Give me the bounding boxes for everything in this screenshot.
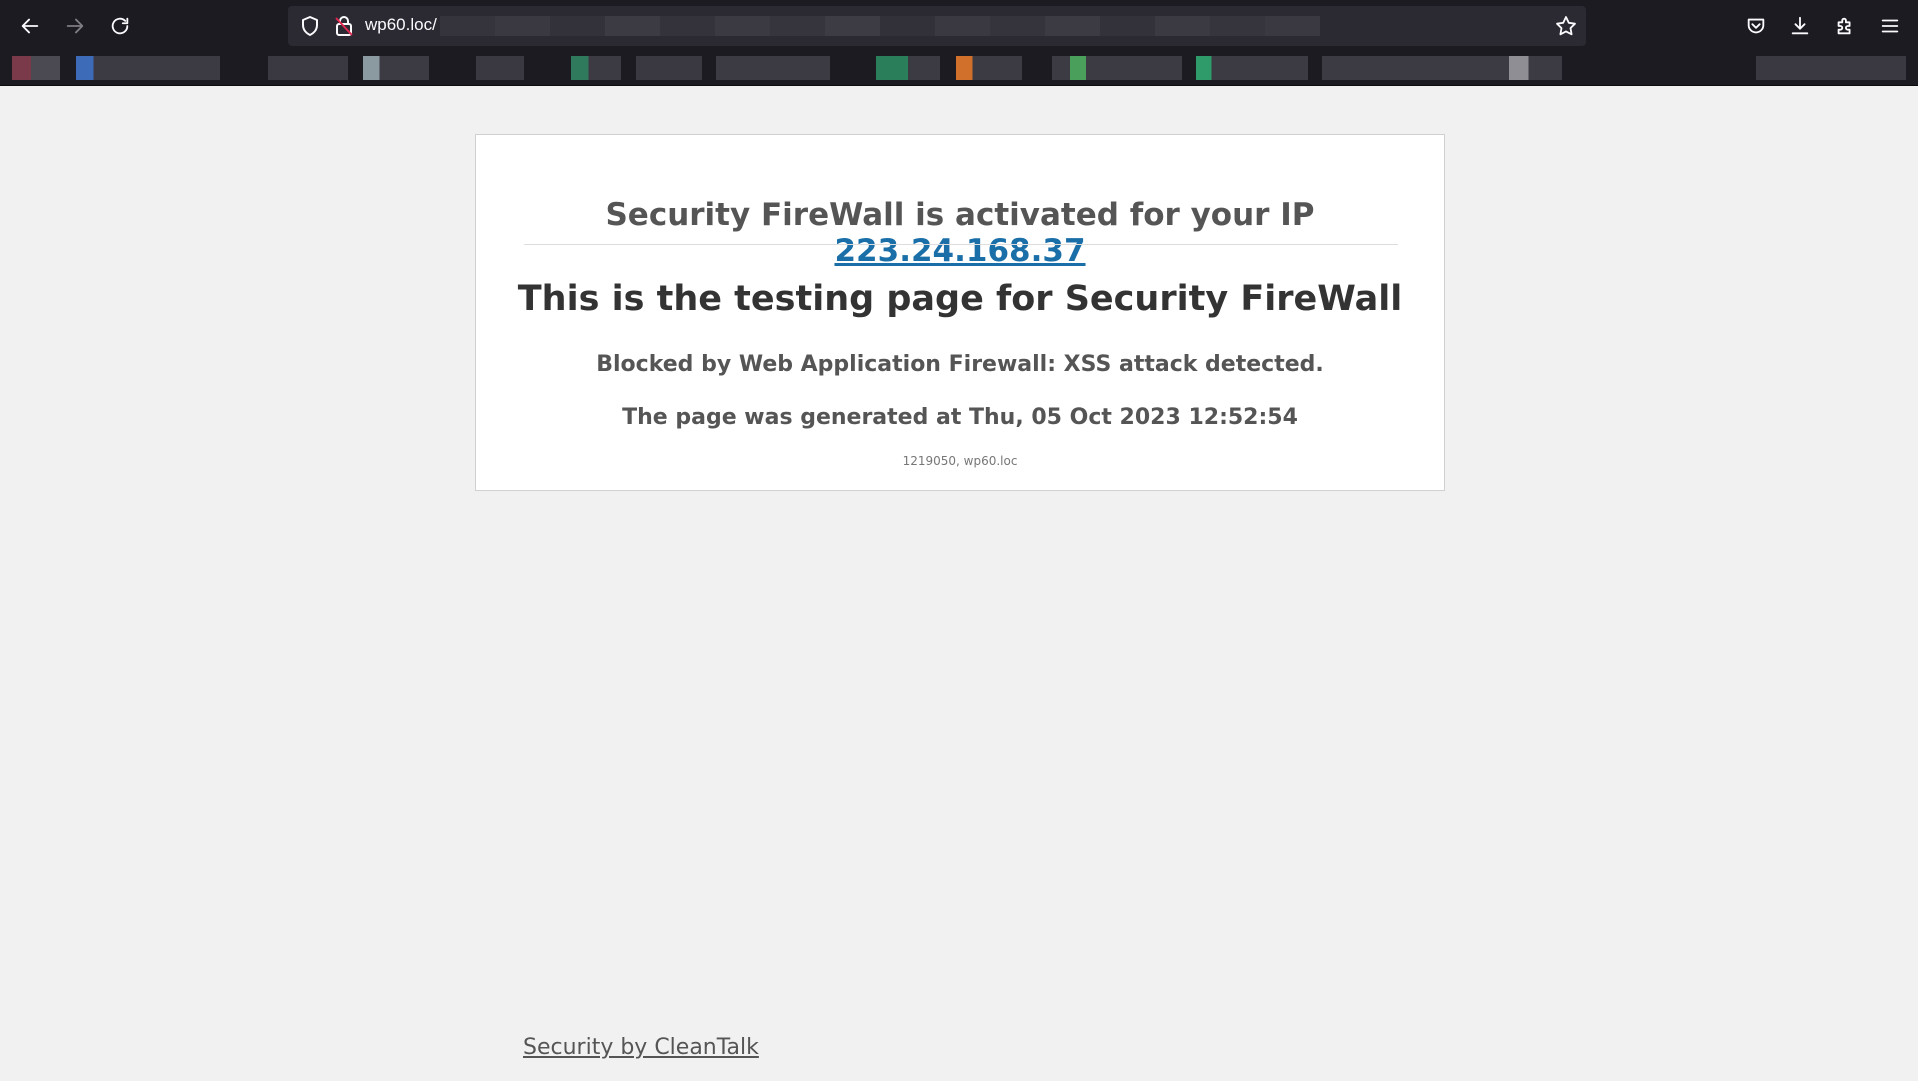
puzzle-icon bbox=[1837, 17, 1851, 35]
back-button[interactable] bbox=[14, 10, 46, 42]
forward-button[interactable] bbox=[59, 10, 91, 42]
bookmark-item[interactable] bbox=[1196, 56, 1308, 80]
browser-toolbar: wp60.loc/ bbox=[0, 0, 1918, 52]
ip-address-link[interactable]: 223.24.168.37 bbox=[834, 233, 1085, 269]
arrow-right-icon bbox=[66, 18, 84, 34]
bookmark-item[interactable] bbox=[363, 56, 429, 80]
bookmark-item[interactable] bbox=[716, 56, 830, 80]
ip-notice: Security FireWall is activated for your … bbox=[476, 197, 1444, 269]
bookmark-item[interactable] bbox=[476, 56, 524, 80]
bookmark-item[interactable] bbox=[956, 56, 1022, 80]
menu-button[interactable] bbox=[1876, 12, 1904, 40]
shield-icon[interactable] bbox=[298, 14, 322, 38]
url-bar[interactable]: wp60.loc/ bbox=[288, 6, 1586, 46]
hamburger-icon bbox=[1881, 19, 1899, 33]
divider bbox=[524, 244, 1398, 245]
bookmark-item[interactable] bbox=[268, 56, 348, 80]
bookmark-item[interactable] bbox=[636, 56, 702, 80]
bookmark-item[interactable] bbox=[1756, 56, 1906, 80]
bookmark-item[interactable] bbox=[1322, 56, 1562, 80]
request-meta: 1219050, wp60.loc bbox=[902, 454, 1018, 468]
bookmark-item[interactable] bbox=[571, 56, 621, 80]
bookmark-star-icon[interactable] bbox=[1554, 14, 1578, 38]
extensions-button[interactable] bbox=[1831, 12, 1859, 40]
url-text[interactable]: wp60.loc/ bbox=[365, 15, 437, 35]
arrow-left-icon bbox=[21, 18, 39, 34]
pocket-icon bbox=[1747, 18, 1765, 34]
ip-notice-text: Security FireWall is activated for your … bbox=[605, 197, 1315, 233]
bookmark-item[interactable] bbox=[876, 56, 940, 80]
reload-button[interactable] bbox=[104, 10, 136, 42]
reload-icon bbox=[111, 17, 129, 35]
firewall-card: Security FireWall is activated for your … bbox=[475, 134, 1445, 491]
downloads-button[interactable] bbox=[1786, 12, 1814, 40]
download-icon bbox=[1791, 16, 1809, 35]
bookmark-item[interactable] bbox=[1052, 56, 1182, 80]
bookmarks-toolbar bbox=[0, 52, 1918, 86]
pocket-button[interactable] bbox=[1742, 12, 1770, 40]
bookmark-item[interactable] bbox=[76, 56, 220, 80]
generated-timestamp: The page was generated at Thu, 05 Oct 20… bbox=[622, 405, 1298, 430]
cleantalk-link[interactable]: Security by CleanTalk bbox=[523, 1035, 759, 1060]
blocked-message: Blocked by Web Application Firewall: XSS… bbox=[596, 352, 1324, 377]
url-redacted bbox=[440, 16, 1320, 36]
insecure-lock-icon[interactable] bbox=[332, 14, 356, 38]
page-heading: This is the testing page for Security Fi… bbox=[517, 279, 1403, 319]
bookmark-item[interactable] bbox=[12, 56, 60, 80]
